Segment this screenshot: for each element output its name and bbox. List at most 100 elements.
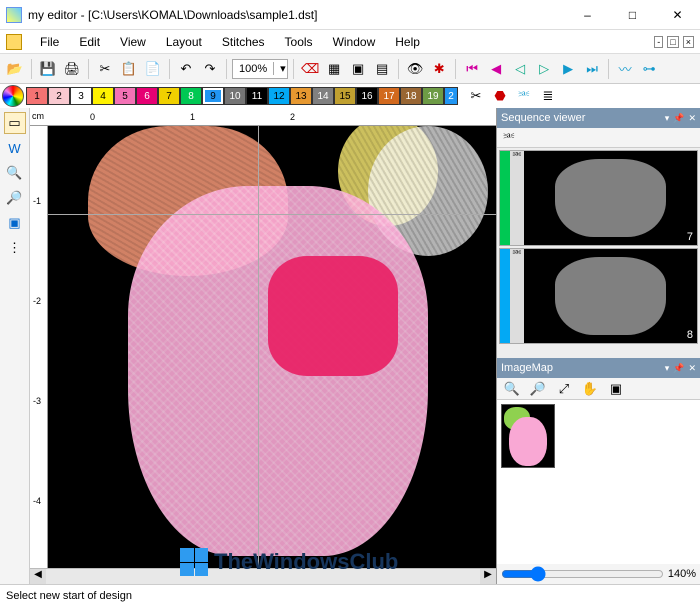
cut-button[interactable]: ✂ [94,58,116,80]
maximize-button[interactable]: □ [610,0,655,30]
palette-swatch-13[interactable]: 13 [290,87,312,105]
bounds-button[interactable]: ▣ [347,58,369,80]
menu-view[interactable]: View [110,33,156,51]
palette-swatch-6[interactable]: 6 [136,87,158,105]
palette-swatch-3[interactable]: 3 [70,87,92,105]
realistic-button[interactable]: ▤ [371,58,393,80]
hoop-tool[interactable]: ▣ [4,212,26,234]
guide-h [48,214,496,215]
palette-swatch-12[interactable]: 12 [268,87,290,105]
delete-button[interactable]: ⌫ [299,58,321,80]
sequence-item[interactable]: ⎃7 [499,150,698,246]
redo-button[interactable]: ↷ [199,58,221,80]
palette-swatch-18[interactable]: 18 [400,87,422,105]
imagemap-zoom-slider[interactable] [501,566,664,582]
panel-close-icon[interactable]: ✕ [688,363,696,374]
menu-window[interactable]: Window [323,33,386,51]
chevron-down-icon[interactable]: ▾ [273,62,287,75]
panel-close-icon[interactable]: ✕ [688,113,696,124]
paste-button[interactable]: 📄 [142,58,164,80]
palette-swatch-19[interactable]: 19 [422,87,444,105]
zoom-value: 100% [233,63,273,75]
seq-slider-icon[interactable]: ⎃ [501,130,517,146]
panel-dropdown-icon[interactable]: ▾ [665,113,670,124]
palette-swatch-17[interactable]: 17 [378,87,400,105]
palette-swatch-2[interactable]: 2 [48,87,70,105]
palette-swatch-2[interactable]: 2 [444,87,458,105]
palette-swatch-9[interactable]: 9 [202,87,224,105]
palette-swatch-15[interactable]: 15 [334,87,356,105]
select-tool[interactable]: ▭ [4,112,26,134]
palette-swatch-10[interactable]: 10 [224,87,246,105]
menu-layout[interactable]: Layout [156,33,212,51]
window-title: my editor - [C:\Users\KOMAL\Downloads\sa… [28,8,565,22]
seq-handle-icon[interactable]: ⎃ [510,249,524,343]
seq-handle-icon[interactable]: ⎃ [510,151,524,245]
mdi-close-button[interactable]: × [683,36,694,48]
palette-swatch-11[interactable]: 11 [246,87,268,105]
canvas-scrollbar-h[interactable]: ◀▶ [30,568,496,584]
ruler-unit-label: cm [32,111,44,121]
status-text: Select new start of design [6,590,132,602]
nav-next-button[interactable]: ▶ [557,58,579,80]
nav-fwd-button[interactable]: ▷ [533,58,555,80]
nav-first-button[interactable]: ⏮ [461,58,483,80]
menu-help[interactable]: Help [385,33,430,51]
nav-back-button[interactable]: ◁ [509,58,531,80]
curve-button[interactable]: 〰 [614,58,636,80]
minimize-button[interactable]: – [565,0,610,30]
zoom-out-tool[interactable]: 🔎 [4,187,26,209]
imagemap-zoom-value: 140% [668,568,696,580]
imagemap-pan-button[interactable]: ✋ [579,378,601,400]
imagemap-thumb[interactable] [501,404,555,468]
nav-prev-button[interactable]: ◀ [485,58,507,80]
stop-button[interactable]: ⬣ [490,86,510,106]
nav-last-button[interactable]: ⏭ [581,58,603,80]
imagemap-panel-title: ImageMap [501,362,553,374]
imagemap-zoomin-button[interactable]: 🔍 [501,378,523,400]
undo-button[interactable]: ↶ [175,58,197,80]
menu-stitches[interactable]: Stitches [212,33,275,51]
mdi-minimize-button[interactable]: - [654,36,663,48]
design-canvas[interactable] [48,126,496,568]
grid-button[interactable]: ▦ [323,58,345,80]
palette-swatch-1[interactable]: 1 [26,87,48,105]
mdi-restore-button[interactable]: □ [667,36,678,48]
menu-tools[interactable]: Tools [275,33,323,51]
grip-handle[interactable]: ⋮ [4,237,26,259]
copy-button[interactable]: 📋 [118,58,140,80]
slider-button[interactable]: ⎃ [514,86,534,106]
bar-button[interactable]: ≣ [538,86,558,106]
menu-edit[interactable]: Edit [69,33,110,51]
print-button[interactable]: 🖨 [61,58,83,80]
sequence-item[interactable]: ⎃8 [499,248,698,344]
imagemap-extent-button[interactable]: ▣ [605,378,627,400]
panel-dropdown-icon[interactable]: ▾ [665,363,670,374]
save-button[interactable]: 💾 [37,58,59,80]
bow-shape [268,256,398,376]
seq-number: 8 [687,329,693,341]
color-wheel-icon[interactable] [2,85,24,107]
zoom-combo[interactable]: 100% ▾ [232,59,288,79]
cut-thread-button[interactable]: ✂ [466,86,486,106]
sequence-panel-title: Sequence viewer [501,112,585,124]
panel-pin-icon[interactable]: 📌 [673,113,684,124]
palette-swatch-7[interactable]: 7 [158,87,180,105]
app-icon [6,7,22,23]
imagemap-zoomfit-button[interactable]: ⤢ [553,378,575,400]
imagemap-zoomout-button[interactable]: 🔎 [527,378,549,400]
palette-swatch-16[interactable]: 16 [356,87,378,105]
palette-swatch-14[interactable]: 14 [312,87,334,105]
close-button[interactable]: ✕ [655,0,700,30]
text-tool[interactable]: W [4,137,26,159]
palette-swatch-5[interactable]: 5 [114,87,136,105]
panel-pin-icon[interactable]: 📌 [673,363,684,374]
open-button[interactable]: 📂 [4,58,26,80]
palette-swatch-8[interactable]: 8 [180,87,202,105]
eye-button[interactable]: 👁 [404,58,426,80]
zoom-in-tool[interactable]: 🔍 [4,162,26,184]
hide-button[interactable]: ✱ [428,58,450,80]
palette-swatch-4[interactable]: 4 [92,87,114,105]
menu-file[interactable]: File [30,33,69,51]
node-button[interactable]: ⊶ [638,58,660,80]
